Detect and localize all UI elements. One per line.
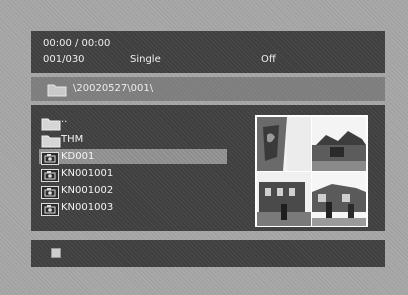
thumbnail-grid: [255, 115, 368, 227]
list-item-label: KN001001: [61, 168, 114, 179]
repeat-status: Off: [261, 54, 276, 65]
file-list: .. THM KD001 KN001001 KN001002 KN001003: [39, 113, 259, 229]
track-counter: 001/030: [43, 54, 85, 65]
folder-icon: [47, 82, 67, 101]
thumbnail-3[interactable]: [257, 172, 311, 226]
dvd-player-browser-screen: { "status": { "time": "00:00 / 00:00", "…: [0, 0, 408, 295]
bottom-info-bar: [31, 240, 385, 267]
status-panel: 00:00 / 00:00 001/030 Single Off: [31, 31, 385, 73]
path-bar: \20020527\001\: [31, 77, 385, 101]
list-item-label: KN001003: [61, 202, 114, 213]
current-path: \20020527\001\: [73, 83, 154, 94]
thumbnail-4[interactable]: [312, 172, 366, 226]
list-item-label: ..: [61, 114, 68, 125]
browser-panel: .. THM KD001 KN001001 KN001002 KN001003: [31, 105, 385, 231]
playback-time: 00:00 / 00:00: [43, 38, 111, 49]
list-item-kd001[interactable]: KD001: [39, 149, 227, 165]
list-item-kn001003[interactable]: KN001003: [39, 200, 227, 216]
list-item-kn001002[interactable]: KN001002: [39, 183, 227, 199]
list-item-kn001001[interactable]: KN001001: [39, 166, 227, 182]
list-item-parent[interactable]: ..: [39, 114, 227, 131]
file-type-indicator-icon: [51, 248, 61, 258]
list-item-label: THM: [61, 134, 84, 145]
thumbnail-1[interactable]: [257, 117, 311, 171]
list-item-thm[interactable]: THM: [39, 132, 227, 148]
camera-icon: [41, 201, 59, 220]
thumbnail-2[interactable]: [312, 117, 366, 171]
list-item-label: KD001: [61, 151, 95, 162]
list-item-label: KN001002: [61, 185, 114, 196]
play-mode: Single: [130, 54, 161, 65]
